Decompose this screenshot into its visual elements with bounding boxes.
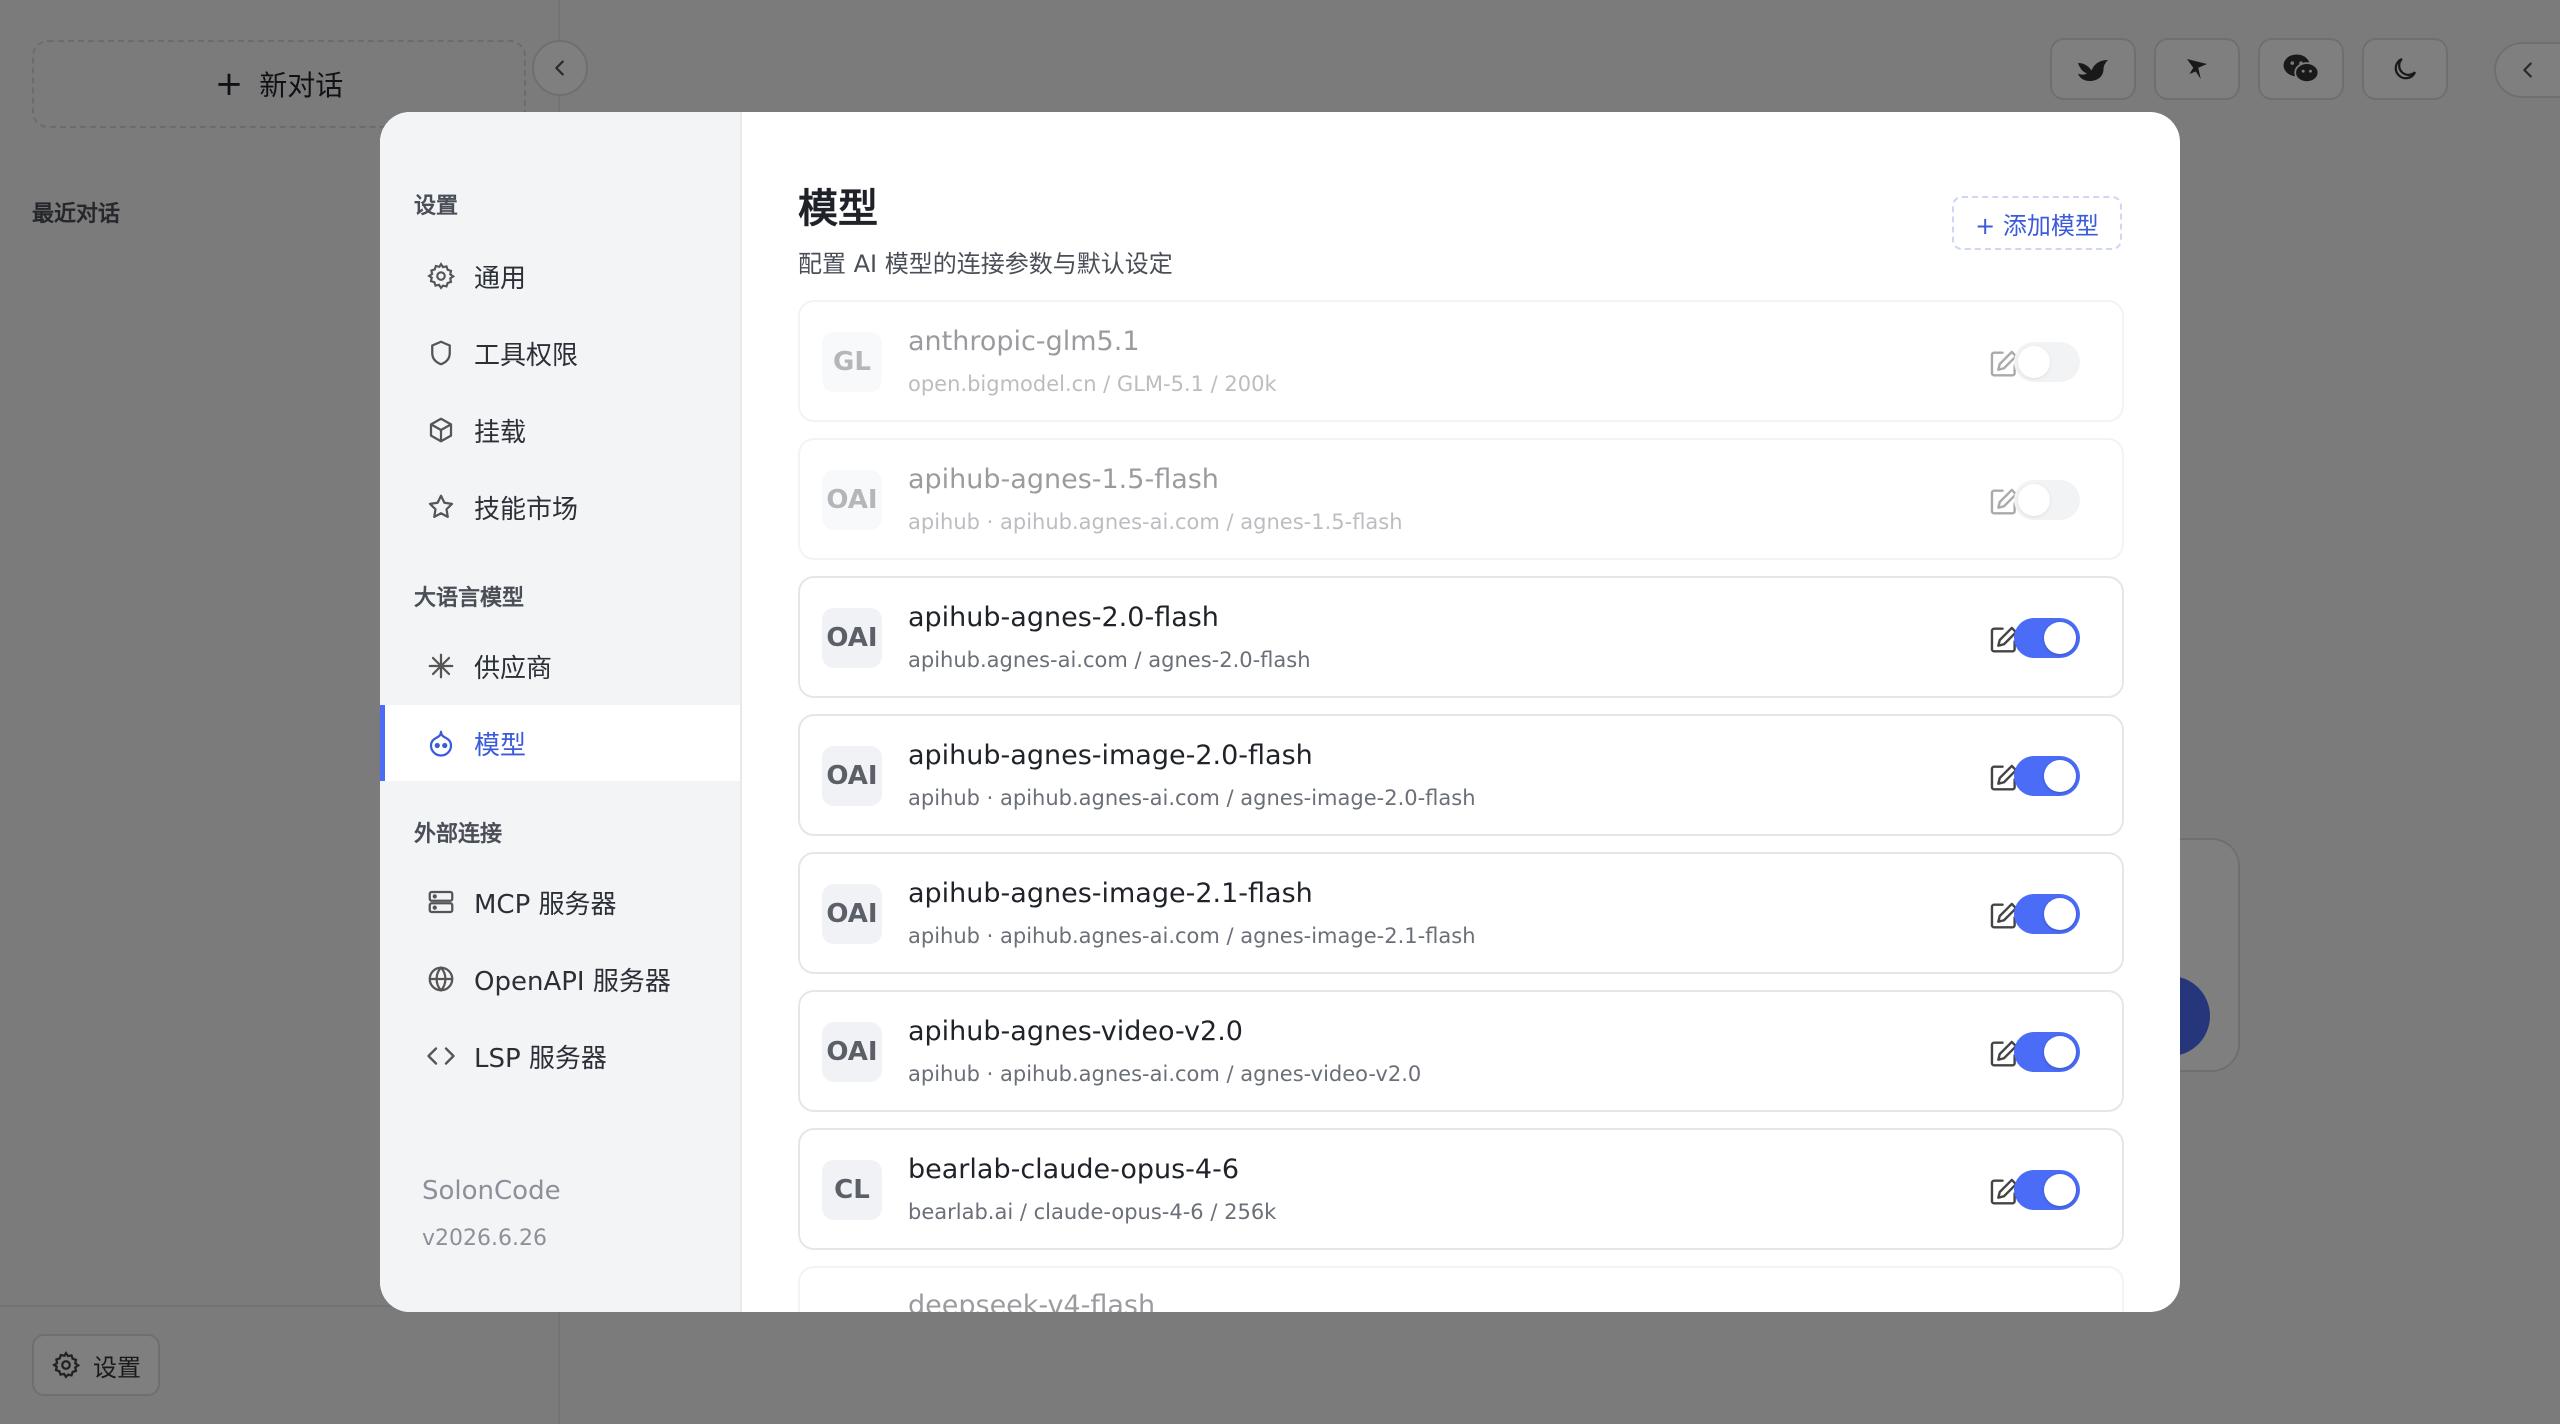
- model-name: anthropic-glm5.1: [908, 326, 1140, 357]
- model-provider-badge: OAI: [822, 746, 882, 806]
- model-enable-toggle[interactable]: [2014, 894, 2080, 934]
- model-enable-toggle[interactable]: [2014, 1032, 2080, 1072]
- page-title: 模型: [798, 186, 878, 232]
- model-name: apihub-agnes-video-v2.0: [908, 1016, 1243, 1047]
- nav-item-providers[interactable]: 供应商: [380, 628, 740, 704]
- nav-item-label: 挂载: [474, 417, 527, 448]
- model-card: OAI apihub-agnes-image-2.1-flash apihub …: [798, 852, 2124, 974]
- nav-item-label: 工具权限: [474, 340, 579, 371]
- model-provider-badge: OAI: [822, 470, 882, 530]
- settings-nav: 设置 通用 工具权限 挂载 技能市场 大语言模型 供应商 模型 外部连接 MCP…: [380, 112, 742, 1312]
- model-meta: open.bigmodel.cn / GLM-5.1 / 200k: [908, 372, 1277, 396]
- settings-modal: 设置 通用 工具权限 挂载 技能市场 大语言模型 供应商 模型 外部连接 MCP…: [380, 112, 2180, 1312]
- nav-item-mounts[interactable]: 挂载: [380, 392, 740, 468]
- brand-name: SolonCode: [422, 1176, 561, 1206]
- model-provider-badge: GL: [822, 332, 882, 392]
- model-enable-toggle[interactable]: [2014, 756, 2080, 796]
- page-subtitle: 配置 AI 模型的连接参数与默认设定: [798, 250, 1173, 278]
- model-meta: apihub · apihub.agnes-ai.com / agnes-ima…: [908, 924, 1476, 948]
- server-icon: [428, 890, 454, 914]
- sparkle-icon: [428, 653, 454, 679]
- model-provider-badge: OAI: [822, 884, 882, 944]
- nav-item-mcp-servers[interactable]: MCP 服务器: [380, 864, 740, 940]
- add-model-button[interactable]: + 添加模型: [1952, 196, 2122, 250]
- toggle-knob: [2018, 346, 2050, 378]
- nav-item-label: 供应商: [474, 653, 553, 684]
- star-icon: [428, 494, 454, 518]
- toggle-knob: [2044, 1174, 2076, 1206]
- nav-item-models[interactable]: 模型: [380, 705, 740, 781]
- model-icon: [429, 730, 453, 757]
- model-card: CL bearlab-claude-opus-4-6 bearlab.ai / …: [798, 1128, 2124, 1250]
- nav-item-lsp-servers[interactable]: LSP 服务器: [380, 1018, 740, 1094]
- model-meta: apihub · apihub.agnes-ai.com / agnes-vid…: [908, 1062, 1422, 1086]
- model-list: GL anthropic-glm5.1 open.bigmodel.cn / G…: [798, 300, 2124, 1312]
- nav-item-general[interactable]: 通用: [380, 238, 740, 314]
- model-meta: apihub.agnes-ai.com / agnes-2.0-flash: [908, 648, 1311, 672]
- globe-icon: [428, 966, 454, 992]
- model-meta: apihub · apihub.agnes-ai.com / agnes-ima…: [908, 786, 1476, 810]
- toggle-knob: [2018, 484, 2050, 516]
- nav-section-llm: 大语言模型: [414, 586, 525, 611]
- model-card: OAI apihub-agnes-2.0-flash apihub.agnes-…: [798, 576, 2124, 698]
- model-enable-toggle[interactable]: [2014, 618, 2080, 658]
- model-name: deepseek-v4-flash: [908, 1290, 1156, 1312]
- model-meta: apihub · apihub.agnes-ai.com / agnes-1.5…: [908, 510, 1403, 534]
- model-meta: bearlab.ai / claude-opus-4-6 / 256k: [908, 1200, 1277, 1224]
- toggle-knob: [2044, 1036, 2076, 1068]
- model-card: deepseek-v4-flash: [798, 1266, 2124, 1312]
- model-name: apihub-agnes-image-2.0-flash: [908, 740, 1313, 771]
- nav-item-label: 通用: [474, 263, 527, 294]
- model-card: OAI apihub-agnes-image-2.0-flash apihub …: [798, 714, 2124, 836]
- model-enable-toggle[interactable]: [2014, 1170, 2080, 1210]
- model-provider-badge: CL: [822, 1160, 882, 1220]
- nav-item-label: MCP 服务器: [474, 889, 617, 920]
- toggle-knob: [2044, 760, 2076, 792]
- gear-icon: [427, 262, 456, 290]
- models-panel: 模型 配置 AI 模型的连接参数与默认设定 + 添加模型 GL anthropi…: [742, 112, 2180, 1312]
- code-icon: [427, 1047, 455, 1065]
- toggle-knob: [2044, 622, 2076, 654]
- nav-section-settings: 设置: [414, 194, 459, 219]
- nav-item-openapi-servers[interactable]: OpenAPI 服务器: [380, 941, 740, 1017]
- shield-icon: [431, 340, 451, 366]
- model-enable-toggle[interactable]: [2014, 480, 2080, 520]
- app-version: v2026.6.26: [422, 1226, 547, 1251]
- model-name: bearlab-claude-opus-4-6: [908, 1154, 1240, 1185]
- nav-item-skill-market[interactable]: 技能市场: [380, 469, 740, 545]
- nav-item-label: LSP 服务器: [474, 1043, 607, 1074]
- nav-item-label: 模型: [474, 730, 527, 761]
- model-enable-toggle[interactable]: [2014, 342, 2080, 382]
- nav-item-label: OpenAPI 服务器: [474, 966, 671, 997]
- model-provider-badge: OAI: [822, 1022, 882, 1082]
- model-name: apihub-agnes-2.0-flash: [908, 602, 1219, 633]
- model-provider-badge: OAI: [822, 608, 882, 668]
- model-card: GL anthropic-glm5.1 open.bigmodel.cn / G…: [798, 300, 2124, 422]
- model-name: apihub-agnes-1.5-flash: [908, 464, 1219, 495]
- cube-icon: [429, 417, 453, 443]
- model-name: apihub-agnes-image-2.1-flash: [908, 878, 1313, 909]
- model-card: OAI apihub-agnes-1.5-flash apihub · apih…: [798, 438, 2124, 560]
- model-card: OAI apihub-agnes-video-v2.0 apihub · api…: [798, 990, 2124, 1112]
- toggle-knob: [2044, 898, 2076, 930]
- nav-item-label: 技能市场: [474, 494, 579, 525]
- nav-item-tool-permissions[interactable]: 工具权限: [380, 315, 740, 391]
- nav-section-external: 外部连接: [414, 822, 503, 847]
